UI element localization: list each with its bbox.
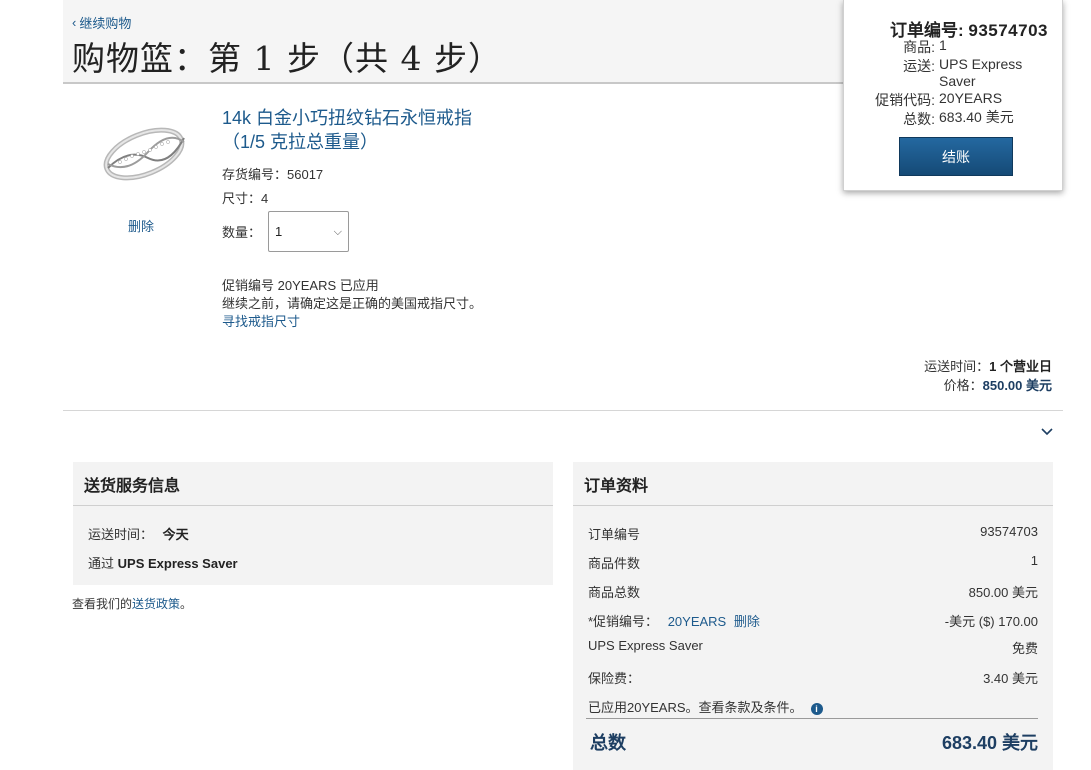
shipping-policy-link[interactable]: 送货政策 (132, 597, 180, 611)
price-label: 价格： (943, 378, 983, 393)
summary-label: 商品: (903, 39, 935, 55)
shipping-time-row: 运送时间： 今天 (88, 524, 189, 543)
order-total-label: 总数 (590, 733, 626, 753)
shipping-method-row: 通过 UPS Express Saver (88, 553, 238, 572)
order-row-label: *促销编号： 20YEARS 删除 (588, 611, 760, 630)
order-total-row: 总数 683.40 美元 (590, 729, 1038, 755)
summary-row-total: 总数: 683.40 美元 (844, 109, 1039, 129)
shipping-via-label: 通过 (88, 556, 115, 571)
quantity-select[interactable]: 1 ⌵ (268, 211, 349, 252)
ship-time-label: 运送时间： (924, 359, 990, 374)
item-price: 价格：850.00 美元 (944, 375, 1052, 394)
shipping-via-value: UPS Express Saver (117, 556, 238, 571)
chevron-left-icon: ‹ (72, 15, 77, 30)
summary-value: UPS Express Saver (939, 56, 1023, 89)
order-row-label: 保险费： (588, 671, 641, 686)
remove-promo-link[interactable]: 删除 (734, 614, 760, 629)
chevron-down-icon[interactable] (1039, 423, 1055, 439)
order-row-value: -美元 ($) 170.00 (944, 614, 1038, 629)
page-title: 购物篮：第 1 步（共 4 步） (72, 39, 502, 78)
ship-time-value: 1 个营业日 (989, 359, 1052, 374)
order-row-label: 商品总数 (588, 585, 641, 600)
quantity-label: 数量： (222, 225, 262, 240)
ring-size-notice: 继续之前，请确定这是正确的美国戒指尺寸。 (222, 296, 483, 311)
shipping-policy-note: 查看我们的送货政策。 (72, 595, 192, 612)
total-divider (586, 718, 1038, 719)
checkout-button[interactable]: 结账 (899, 137, 1013, 176)
product-size: 尺寸：4 (222, 191, 269, 206)
order-row-label: 订单编号 (588, 527, 641, 542)
order-terms-row: 已应用20YEARS。查看条款及条件。 i (588, 697, 1038, 716)
summary-row-promo: 促销代码: 20YEARS (844, 90, 1039, 110)
product-title-link[interactable]: 14k 白金小巧扭纹钻石永恒戒指 （1/5 克拉总重量） (222, 106, 472, 154)
summary-label: 总数: (903, 111, 935, 127)
product-sku: 存货编号：56017 (222, 167, 324, 182)
order-row-insurance: 保险费： 3.40 美元 (588, 668, 1038, 687)
order-row-value: 850.00 美元 (968, 585, 1038, 600)
order-row-number: 订单编号 93574703 (588, 524, 1038, 543)
ring-product-image[interactable] (98, 118, 190, 190)
order-summary-card: 订单编号: 93574703 商品: 1 运送: UPS Express Sav… (843, 0, 1063, 191)
order-total-value: 683.40 美元 (941, 733, 1038, 753)
order-row-value: 免费 (1011, 641, 1038, 656)
shipping-time-label: 运送时间： (88, 527, 154, 542)
order-row-label: 商品件数 (588, 556, 641, 571)
summary-value: 20YEARS (939, 90, 1003, 106)
order-panel-title: 订单资料 (573, 462, 1053, 506)
terms-note: 已应用20YEARS。查看条款及条件。 (588, 700, 803, 715)
summary-value: 683.40 美元 (939, 109, 1014, 125)
section-divider (63, 410, 1063, 411)
order-row-shipping: UPS Express Saver 免费 (588, 638, 1038, 657)
quantity-value: 1 (275, 224, 283, 239)
shipping-panel-title: 送货服务信息 (73, 462, 553, 506)
find-ring-size-link[interactable]: 寻找戒指尺寸 (222, 311, 300, 330)
product-title-line1: 14k 白金小巧扭纹钻石永恒戒指 (222, 108, 473, 128)
promo-code-link[interactable]: 20YEARS (668, 614, 727, 629)
item-ship-time: 运送时间：1 个营业日 (924, 356, 1052, 375)
order-row-value: 93574703 (980, 524, 1038, 539)
order-row-item-count: 商品件数 1 (588, 553, 1038, 572)
remove-item-link[interactable]: 删除 (128, 216, 154, 235)
summary-row-items: 商品: 1 (844, 37, 1039, 57)
order-row-value: 3.40 美元 (983, 671, 1038, 686)
summary-row-shipping: 运送: UPS Express Saver (844, 56, 1039, 90)
continue-shopping-label: 继续购物 (79, 16, 132, 31)
policy-suffix: 。 (180, 597, 193, 611)
continue-shopping-link[interactable]: ‹ 继续购物 (72, 13, 131, 32)
summary-value: 1 (939, 37, 947, 53)
shipping-info-panel: 送货服务信息 运送时间： 今天 通过 UPS Express Saver (73, 462, 553, 585)
order-row-label: UPS Express Saver (588, 638, 703, 653)
order-row-subtotal: 商品总数 850.00 美元 (588, 582, 1038, 601)
policy-prefix: 查看我们的 (72, 597, 133, 611)
summary-label: 运送: (903, 58, 935, 74)
info-icon[interactable]: i (810, 703, 823, 715)
order-row-promo: *促销编号： 20YEARS 删除 -美元 ($) 170.00 (588, 611, 1038, 630)
chevron-down-icon: ⌵ (333, 226, 342, 238)
shipping-time-value: 今天 (162, 527, 189, 542)
summary-label: 促销代码: (875, 92, 935, 108)
price-value: 850.00 美元 (982, 378, 1052, 393)
order-details-panel: 订单资料 订单编号 93574703 商品件数 1 商品总数 850.00 美元… (573, 462, 1053, 770)
order-row-value: 1 (1030, 553, 1038, 568)
promo-applied-note: 促销编号 20YEARS 已应用 (222, 278, 379, 293)
promo-label: *促销编号： (588, 614, 659, 629)
product-title-line2: （1/5 克拉总重量） (222, 132, 379, 152)
